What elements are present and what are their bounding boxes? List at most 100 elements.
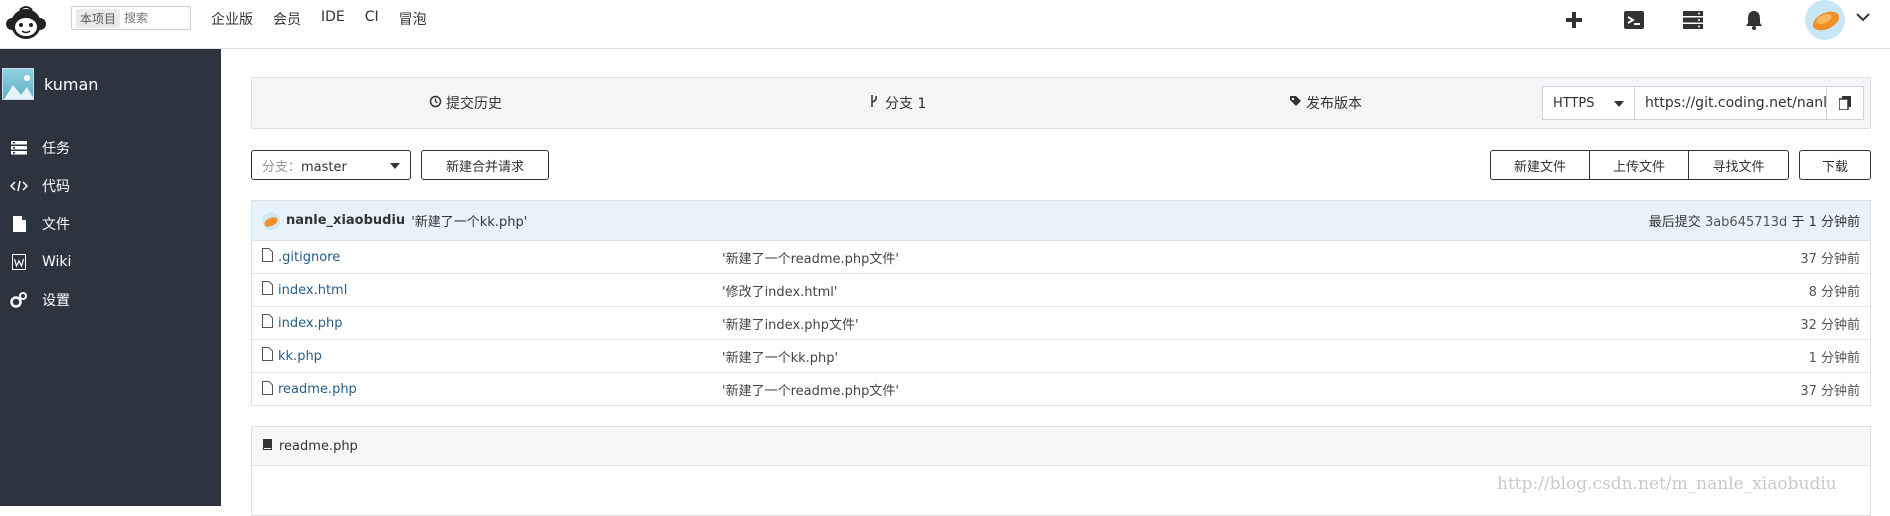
commit-meta: 最后提交 3ab645713d 于 1 分钟前: [1649, 211, 1860, 230]
readme-panel: readme.php: [251, 426, 1871, 516]
nav-ci[interactable]: CI: [365, 9, 379, 29]
clone-url-field[interactable]: https://git.coding.net/nanle_xiaobudiu/k…: [1635, 87, 1827, 119]
project-avatar: [2, 68, 34, 100]
tab-releases[interactable]: 发布版本: [1289, 78, 1362, 128]
sidebar-item-label: 设置: [42, 293, 70, 309]
history-icon: [429, 95, 442, 112]
sidebar-item-label: 代码: [42, 179, 70, 195]
file-link[interactable]: kk.php: [262, 347, 322, 365]
caret-down-icon: [1614, 96, 1624, 111]
sidebar-menu: 任务 代码 文件 Wiki 设置: [0, 129, 221, 319]
readme-title: readme.php: [279, 438, 358, 454]
search-input[interactable]: [124, 11, 185, 25]
file-commit-message[interactable]: '新建了一个readme.php文件': [722, 248, 899, 267]
file-commit-message[interactable]: '新建了一个readme.php文件': [722, 380, 899, 399]
user-avatar[interactable]: [1805, 0, 1845, 40]
tab-label: 发布版本: [1306, 96, 1362, 112]
file-outline-icon: [262, 248, 273, 266]
find-file-button[interactable]: 寻找文件: [1689, 151, 1788, 179]
sidebar-item-files[interactable]: 文件: [0, 205, 221, 243]
chevron-down-icon[interactable]: [1855, 9, 1871, 29]
upload-file-button[interactable]: 上传文件: [1590, 151, 1689, 179]
nav-bubble[interactable]: 冒泡: [399, 9, 427, 29]
terminal-icon[interactable]: [1621, 7, 1647, 33]
file-commit-message[interactable]: '新建了一个kk.php': [722, 347, 838, 366]
file-name: index.php: [278, 315, 343, 331]
protocol-select[interactable]: HTTPS: [1543, 87, 1635, 119]
code-icon: [10, 179, 28, 193]
commit-time: 于 1 分钟前: [1791, 215, 1860, 230]
nav-member[interactable]: 会员: [273, 9, 301, 29]
server-icon[interactable]: [1680, 7, 1706, 33]
file-name: .gitignore: [278, 249, 341, 265]
coding-logo-icon[interactable]: [4, 2, 48, 44]
project-name: kuman: [44, 74, 99, 94]
commit-hash[interactable]: 3ab645713d: [1705, 215, 1787, 230]
file-list: nanle_xiaobudiu '新建了一个kk.php' 最后提交 3ab64…: [251, 200, 1871, 406]
new-merge-request-button[interactable]: 新建合并请求: [421, 150, 549, 180]
repo-tabs-bar: 提交历史 分支 1 发布版本 HTTPS https://git.coding.…: [251, 77, 1871, 129]
file-icon: [10, 216, 28, 232]
file-link[interactable]: index.php: [262, 314, 342, 332]
file-name: readme.php: [278, 382, 357, 397]
branch-label: 分支：: [262, 159, 302, 175]
commit-message[interactable]: '新建了一个kk.php': [411, 211, 527, 230]
sidebar-item-code[interactable]: 代码: [0, 167, 221, 205]
branch-icon: [869, 94, 879, 112]
file-time: 1 分钟前: [1808, 350, 1860, 366]
gears-icon: [10, 292, 28, 308]
file-link[interactable]: .gitignore: [262, 248, 340, 266]
plus-icon[interactable]: [1561, 7, 1587, 33]
nav-enterprise[interactable]: 企业版: [211, 9, 253, 29]
table-row[interactable]: kk.php '新建了一个kk.php' 1 分钟前: [252, 340, 1870, 373]
download-button[interactable]: 下载: [1799, 150, 1871, 180]
table-row[interactable]: .gitignore '新建了一个readme.php文件' 37 分钟前: [252, 241, 1870, 274]
copy-icon[interactable]: [1827, 87, 1863, 119]
table-row[interactable]: index.html '修改了index.html' 8 分钟前: [252, 274, 1870, 307]
commit-author-avatar[interactable]: [262, 211, 280, 230]
readme-header: readme.php: [252, 427, 1870, 466]
file-actions-group: 新建文件 上传文件 寻找文件: [1490, 150, 1789, 180]
file-name: index.html: [278, 282, 348, 298]
search-box[interactable]: 本项目: [71, 6, 191, 30]
commit-label: 最后提交: [1648, 215, 1701, 230]
file-time: 8 分钟前: [1808, 284, 1860, 300]
sidebar-item-wiki[interactable]: Wiki: [0, 243, 221, 281]
project-header[interactable]: kuman: [0, 67, 98, 101]
commit-author[interactable]: nanle_xiaobudiu: [286, 213, 405, 228]
protocol-value: HTTPS: [1553, 95, 1595, 111]
sidebar: kuman 任务 代码 文件 Wiki 设置: [0, 49, 221, 506]
branch-select[interactable]: 分支：master: [251, 150, 411, 180]
bell-icon[interactable]: [1741, 7, 1767, 33]
clone-url-box: HTTPS https://git.coding.net/nanle_xiaob…: [1542, 86, 1864, 120]
search-scope-label[interactable]: 本项目: [76, 8, 121, 28]
wiki-icon: [10, 254, 28, 270]
sidebar-item-label: 文件: [42, 217, 70, 233]
new-file-button[interactable]: 新建文件: [1491, 151, 1590, 179]
watermark-text: http://blog.csdn.net/m_nanle_xiaobudiu: [1497, 474, 1837, 494]
tab-branches[interactable]: 分支 1: [869, 78, 926, 128]
tab-label: 提交历史: [446, 96, 502, 112]
sidebar-item-label: Wiki: [42, 254, 72, 270]
sidebar-item-settings[interactable]: 设置: [0, 281, 221, 319]
file-outline-icon: [262, 314, 273, 332]
file-outline-icon: [262, 380, 273, 399]
nav-ide[interactable]: IDE: [321, 9, 345, 29]
file-link[interactable]: readme.php: [262, 380, 357, 399]
file-link[interactable]: index.html: [262, 281, 347, 299]
sidebar-item-tasks[interactable]: 任务: [0, 129, 221, 167]
top-nav: 企业版 会员 IDE CI 冒泡: [211, 9, 447, 29]
table-row[interactable]: index.php '新建了index.php文件' 32 分钟前: [252, 307, 1870, 340]
file-commit-message[interactable]: '新建了index.php文件': [722, 314, 859, 333]
file-outline-icon: [262, 281, 273, 299]
file-name: kk.php: [278, 348, 322, 364]
latest-commit-row: nanle_xiaobudiu '新建了一个kk.php' 最后提交 3ab64…: [252, 201, 1870, 241]
file-time: 32 分钟前: [1800, 317, 1860, 333]
book-icon: [262, 438, 273, 455]
file-commit-message[interactable]: '修改了index.html': [722, 281, 837, 300]
tab-commit-history[interactable]: 提交历史: [429, 78, 502, 128]
table-row[interactable]: readme.php '新建了一个readme.php文件' 37 分钟前: [252, 373, 1870, 406]
file-time: 37 分钟前: [1800, 251, 1860, 267]
file-outline-icon: [262, 347, 273, 365]
top-bar: 本项目 企业版 会员 IDE CI 冒泡: [0, 0, 1890, 49]
